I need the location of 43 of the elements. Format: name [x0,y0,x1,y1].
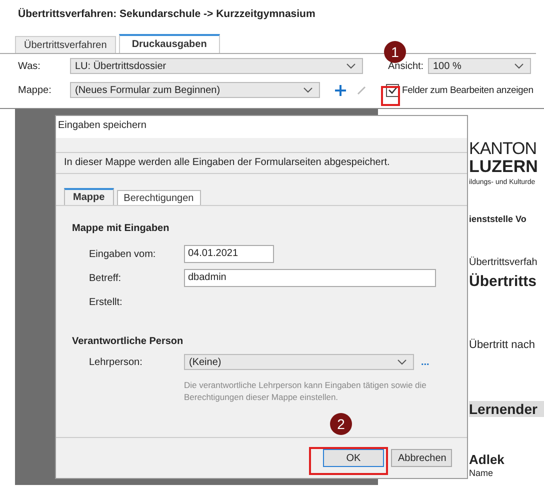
tab[interactable]: Übertrittsverfahren [15,36,116,53]
field-label: Eingaben vom: [89,248,157,260]
date-field[interactable]: 04.01.2021 [184,245,274,263]
plus-icon[interactable] [335,84,346,96]
checkbox-label: Felder zum Bearbeiten anzeigen [402,84,534,96]
name-value: Adlek [469,452,504,467]
document-text: Übertritt nach [469,339,536,351]
document-text: Übertrittsverfah [469,257,538,268]
tab[interactable]: Druckausgaben [118,34,220,53]
ansicht-label: Ansicht: [388,60,425,72]
name-label: Name [469,468,494,478]
more-link[interactable]: ... [421,356,430,368]
info-text: In dieser Mappe werden alle Eingaben der Formularseiten abgespeichert. [56,153,467,174]
section-heading: Verantwortliche Person [72,336,184,349]
section-heading: Mappe mit Eingaben [72,223,170,236]
field-label: Betreff: [89,272,122,284]
field-label: Lehrperson: [89,356,144,368]
tab[interactable]: Berechtigungen [116,190,201,205]
mappe-dropdown[interactable]: (Neues Formular zum Beginnen) [70,82,320,98]
office-text: ienststelle Vo [469,214,526,224]
ok-button[interactable]: OK [323,449,384,467]
highlight-frame [381,86,400,106]
chevron-icon [303,87,313,93]
step-badge: 1 [384,41,406,63]
hint-text: Die verantwortliche Lehrperson kann Eingaben tätigen sowie die Berechtigungen dieser Mappe einstellen. [184,379,428,403]
mappe-label: Mappe: [18,84,52,96]
dialog-title: Eingaben speichern [56,116,467,138]
cancel-button[interactable]: Abbrechen [391,449,452,467]
document-heading: Übertritts [469,273,537,290]
page-title: Übertrittsverfahren: Sekundarschule -> Kurzzeitgymnasium [17,7,316,22]
zoom-dropdown[interactable]: 100 % [428,58,531,74]
chevron-icon [514,63,524,69]
logo-text: KANTON [469,139,537,159]
teacher-dropdown[interactable]: (Keine) [184,354,414,370]
subject-field[interactable]: dbadmin [184,269,436,287]
section-heading: Lernender [469,401,544,417]
chevron-icon [397,359,407,365]
field-label: Erstellt: [89,296,124,308]
was-dropdown[interactable]: LU: Übertrittsdossier [70,58,363,74]
chevron-icon [346,63,356,69]
tab[interactable]: Mappe [64,188,114,205]
logo-text: LUZERN [469,157,538,177]
was-label: Was: [18,60,42,72]
